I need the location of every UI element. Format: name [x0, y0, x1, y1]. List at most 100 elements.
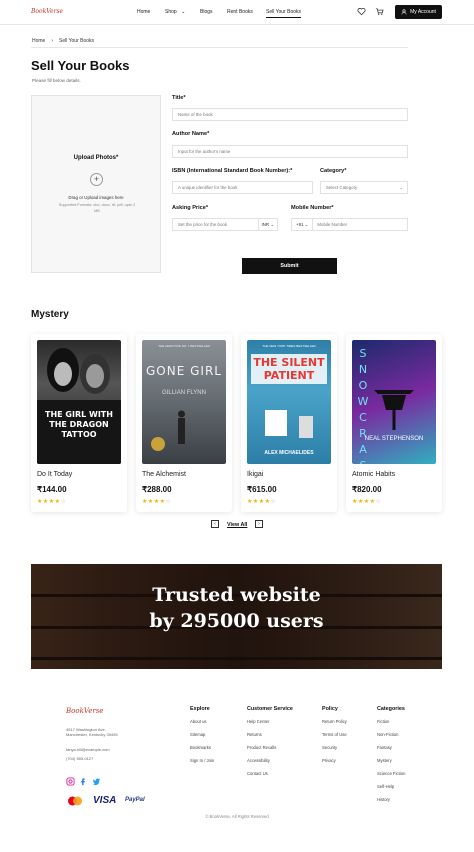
footer-heading-explore: Explore: [190, 706, 210, 712]
plus-icon[interactable]: +: [90, 173, 103, 186]
brand-logo[interactable]: BookVerse: [31, 8, 63, 15]
cover-text: SNOW CRASH: [357, 347, 369, 464]
nav-blogs[interactable]: Blogs: [200, 9, 213, 15]
book-card[interactable]: THE ADDICTIVE NO. 1 BESTSELLER GONE GIRL…: [136, 334, 232, 512]
upload-title: Upload Photos*: [73, 155, 119, 161]
footer-link[interactable]: Self-Help: [377, 784, 394, 789]
paypal-logo: PayPal: [125, 797, 145, 803]
facebook-icon[interactable]: [79, 777, 88, 786]
view-all-link[interactable]: View All: [227, 522, 247, 528]
book-card[interactable]: THE NEW YORK TIMES BESTSELLER THE SILENT…: [241, 334, 337, 512]
footer-link[interactable]: Fiction: [377, 719, 389, 724]
book-cover-silent-patient[interactable]: THE NEW YORK TIMES BESTSELLER THE SILENT…: [247, 340, 331, 464]
book-title[interactable]: Ikigai: [247, 471, 263, 478]
nav-shop-label: Shop: [165, 9, 177, 15]
footer-link[interactable]: History: [377, 797, 390, 802]
cover-text: THE GIRL WITH THE DRAGON TATTOO: [45, 410, 113, 439]
book-cover-dragon-tattoo[interactable]: THE GIRL WITH THE DRAGON TATTOO: [37, 340, 121, 464]
book-price: ₹820.00: [352, 485, 382, 494]
mobile-input[interactable]: +91 ⌄ Mobile Number: [291, 218, 408, 231]
footer-link[interactable]: Help Center: [247, 719, 269, 724]
author-label: Author Name*: [172, 131, 210, 137]
footer-link[interactable]: Sitemap: [190, 732, 205, 737]
heart-icon[interactable]: [357, 7, 366, 16]
page-title: Sell Your Books: [31, 58, 130, 73]
footer-link[interactable]: Sign In / Join: [190, 758, 214, 763]
chevron-left-icon[interactable]: ‹: [211, 520, 219, 528]
book-title[interactable]: Atomic Habits: [352, 471, 395, 478]
footer-link[interactable]: Contact Us: [247, 771, 268, 776]
footer-logo[interactable]: BookVerse: [66, 707, 103, 715]
cover-art: [37, 348, 121, 464]
banner-headline: Trusted website by 295000 users: [31, 582, 442, 634]
instagram-icon[interactable]: [66, 777, 75, 786]
chevron-down-icon: ⌄: [399, 184, 403, 190]
nav-rent-books[interactable]: Rent Books: [227, 9, 253, 15]
footer-link[interactable]: Privacy: [322, 758, 336, 763]
footer-link[interactable]: Fantasy: [377, 745, 392, 750]
twitter-icon[interactable]: [92, 777, 101, 786]
book-title[interactable]: Do It Today: [37, 471, 72, 478]
footer-link[interactable]: About us: [190, 719, 207, 724]
footer-heading-customer-service: Customer Service: [247, 706, 293, 712]
cover-art: [151, 410, 185, 451]
price-input[interactable]: Set the price for the book INR ⌄: [172, 218, 278, 231]
chevron-right-icon: ›: [51, 38, 54, 44]
upload-dropzone[interactable]: Upload Photos* + Drag or Upload images h…: [31, 95, 161, 273]
footer-link[interactable]: Bookmarks: [190, 745, 211, 750]
footer-link[interactable]: Accessibility: [247, 758, 270, 763]
book-cover-gone-girl[interactable]: THE ADDICTIVE NO. 1 BESTSELLER GONE GIRL…: [142, 340, 226, 464]
currency-select[interactable]: INR ⌄: [257, 219, 277, 230]
footer-link[interactable]: Returns: [247, 732, 262, 737]
country-code-select[interactable]: +91 ⌄: [292, 219, 314, 230]
footer-link[interactable]: Security: [322, 745, 337, 750]
banner-line-2: by 295000 users: [149, 610, 324, 632]
address-line-2: Manchester, Kentucky 39495: [66, 732, 118, 737]
title-input[interactable]: Name of the book: [172, 108, 408, 121]
star-rating: ★★★★☆: [247, 499, 277, 505]
book-title[interactable]: The Alchemist: [142, 471, 186, 478]
star-rating: ★★★★☆: [352, 499, 382, 505]
chevron-down-icon: ⌄: [181, 9, 186, 15]
nav-sell-your-books[interactable]: Sell Your Books: [266, 9, 302, 18]
category-label: Category*: [320, 168, 347, 174]
footer-link[interactable]: Mystery: [377, 758, 392, 763]
cart-icon[interactable]: [375, 7, 384, 16]
nav-home[interactable]: Home: [137, 9, 150, 15]
footer-link[interactable]: Science Fiction: [377, 771, 405, 776]
isbn-input[interactable]: A unique identifier for the book: [172, 181, 313, 194]
breadcrumb: Home › Sell Your Books: [32, 38, 94, 44]
author-input[interactable]: Input for the author's name: [172, 145, 408, 158]
visa-logo: VISA: [93, 795, 117, 806]
mobile-label: Mobile Number*: [291, 205, 334, 211]
my-account-button[interactable]: My Account: [395, 5, 442, 19]
breadcrumb-current: Sell Your Books: [59, 38, 95, 44]
book-cover-snow-crash[interactable]: SNOW CRASH NEAL STEPHENSON: [352, 340, 436, 464]
footer-link[interactable]: Terms of Use: [322, 732, 347, 737]
submit-button[interactable]: Submit: [242, 258, 337, 274]
cover-art: [265, 410, 313, 438]
contact-email[interactable]: tanya.hill@example.com: [66, 747, 110, 753]
book-card[interactable]: SNOW CRASH NEAL STEPHENSON Atomic Habits…: [346, 334, 442, 512]
nav-shop[interactable]: Shop ⌄: [165, 9, 185, 15]
upload-hint: Drag or Upload images here: [68, 195, 124, 200]
contact-phone[interactable]: (704) 555-0127: [66, 756, 93, 762]
banner-line-1: Trusted website: [152, 584, 321, 606]
title-label: Title*: [172, 95, 186, 101]
category-select[interactable]: Select Category ⌄: [320, 181, 408, 194]
trust-banner: Trusted website by 295000 users: [31, 564, 442, 669]
footer-link[interactable]: Non-Fiction: [377, 732, 398, 737]
cover-author: NEAL STEPHENSON: [364, 436, 424, 442]
chevron-right-icon[interactable]: ›: [255, 520, 263, 528]
section-title-mystery: Mystery: [31, 309, 69, 320]
copyright-text: © BookVerse, All Rights Reserved: [205, 814, 269, 819]
breadcrumb-home[interactable]: Home: [32, 38, 45, 44]
footer-heading-policy: Policy: [322, 706, 338, 712]
category-placeholder: Select Category: [326, 185, 358, 190]
cover-author: ALEX MICHAELIDES: [264, 450, 314, 456]
footer-link[interactable]: Return Policy: [322, 719, 347, 724]
book-card[interactable]: THE GIRL WITH THE DRAGON TATTOO Do It To…: [31, 334, 127, 512]
price-label: Asking Price*: [172, 205, 209, 211]
country-code-value: +91: [296, 222, 304, 227]
footer-link[interactable]: Product Recalls: [247, 745, 276, 750]
